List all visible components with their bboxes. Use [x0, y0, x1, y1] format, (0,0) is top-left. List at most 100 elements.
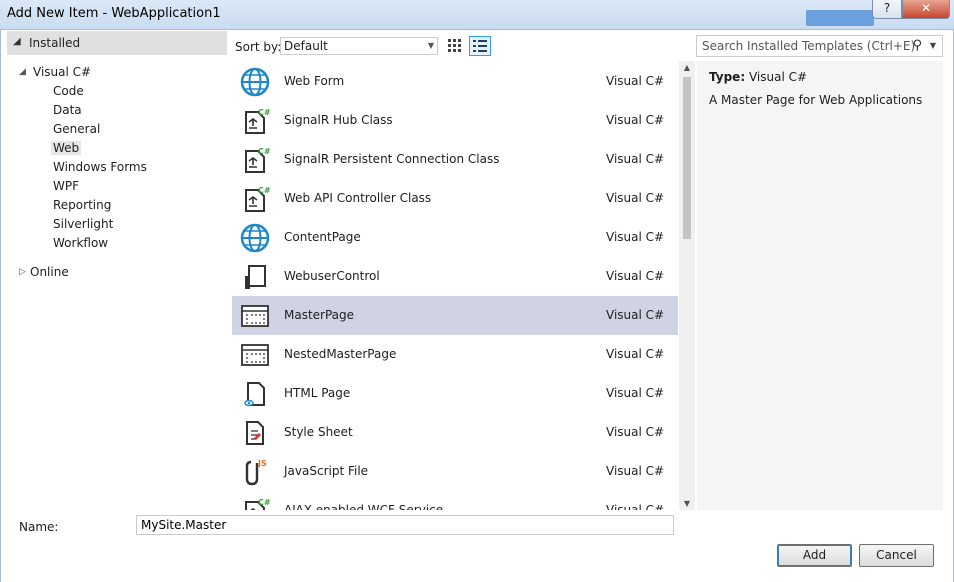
template-row[interactable]: JS JavaScript File Visual C#	[232, 452, 678, 491]
collapsed-arrow-icon[interactable]: ▷	[19, 263, 26, 282]
svg-text:C#: C#	[258, 108, 270, 117]
close-button[interactable]: ✕	[902, 0, 950, 19]
template-language: Visual C#	[606, 113, 665, 127]
tree-item-workflow[interactable]: Workflow	[53, 234, 108, 253]
tree-item-windows-forms[interactable]: Windows Forms	[53, 158, 147, 177]
list-view-icon	[473, 40, 487, 52]
template-language: Visual C#	[606, 74, 665, 88]
template-row[interactable]: Web Form Visual C#	[232, 62, 678, 101]
tree-installed-header[interactable]: ◢ Installed	[7, 31, 227, 55]
template-language: Visual C#	[606, 425, 665, 439]
expanded-arrow-icon: ◢	[13, 36, 21, 47]
html-page-icon	[240, 379, 270, 409]
tree-item-label: Windows Forms	[53, 160, 147, 174]
grid-view-icon	[448, 39, 461, 52]
csharp-class-icon: C#	[240, 145, 271, 175]
master-page-icon	[240, 340, 270, 370]
template-row[interactable]: MasterPage Visual C#	[232, 296, 678, 335]
template-name: Style Sheet	[284, 425, 353, 439]
template-row[interactable]: HTML Page Visual C#	[232, 374, 678, 413]
template-row[interactable]: Style Sheet Visual C#	[232, 413, 678, 452]
globe-icon	[240, 223, 270, 253]
csharp-class-icon: C#	[240, 496, 271, 510]
template-type: Type: Visual C#	[709, 70, 807, 84]
scrollbar-thumb[interactable]	[683, 77, 691, 239]
tree-item-label: Code	[53, 84, 84, 98]
template-language: Visual C#	[606, 191, 665, 205]
tree-item-general[interactable]: General	[53, 120, 100, 139]
template-language: Visual C#	[606, 464, 665, 478]
svg-text:C#: C#	[258, 498, 270, 507]
template-name: SignalR Persistent Connection Class	[284, 152, 500, 166]
add-button[interactable]: Add	[777, 544, 852, 567]
sort-by-select[interactable]: Default ▼	[280, 37, 438, 55]
csharp-class-icon: C#	[240, 184, 271, 214]
chevron-down-icon: ▼	[427, 41, 434, 50]
tree-item-wpf[interactable]: WPF	[53, 177, 79, 196]
template-language: Visual C#	[606, 152, 665, 166]
tree-item-label: WPF	[53, 179, 80, 193]
help-button[interactable]: ?	[872, 0, 902, 19]
template-name: ContentPage	[284, 230, 361, 244]
search-input[interactable]: Search Installed Templates (Ctrl+E) ⚲ ▼	[696, 35, 943, 57]
search-placeholder: Search Installed Templates (Ctrl+E)	[702, 39, 916, 53]
tree-item-code[interactable]: Code	[53, 82, 84, 101]
svg-text:C#: C#	[258, 147, 270, 156]
tree-item-silverlight[interactable]: Silverlight	[53, 215, 113, 234]
sort-by-value: Default	[284, 39, 328, 53]
template-language: Visual C#	[606, 269, 665, 283]
template-name: NestedMasterPage	[284, 347, 397, 361]
template-row[interactable]: ContentPage Visual C#	[232, 218, 678, 257]
tree-item-visual-csharp[interactable]: Visual C#	[33, 63, 91, 82]
tree-item-label: Web	[51, 141, 82, 155]
template-row[interactable]: WebuserControl Visual C#	[232, 257, 678, 296]
template-row[interactable]: C# SignalR Persistent Connection Class Vis…	[232, 140, 678, 179]
template-row[interactable]: C# SignalR Hub Class Visual C#	[232, 101, 678, 140]
tree-item-label: Silverlight	[53, 217, 114, 231]
template-language: Visual C#	[606, 386, 665, 400]
name-input[interactable]	[136, 515, 674, 535]
scroll-up-icon[interactable]: ▲	[679, 63, 695, 72]
window-title: Add New Item - WebApplication1	[7, 6, 221, 21]
tree-item-online[interactable]: Online	[30, 263, 69, 282]
expanded-arrow-icon[interactable]: ◢	[19, 63, 26, 82]
template-name: JavaScript File	[284, 464, 369, 478]
list-view-button[interactable]	[469, 36, 491, 56]
tree-item-data[interactable]: Data	[53, 101, 82, 120]
template-details-panel: Type: Visual C# A Master Page for Web Ap…	[697, 61, 943, 510]
svg-text:JS: JS	[257, 459, 267, 468]
template-language: Visual C#	[606, 308, 665, 322]
template-language: Visual C#	[606, 503, 665, 510]
small-icons-view-button[interactable]	[444, 36, 466, 56]
csharp-class-icon: C#	[240, 106, 271, 136]
scroll-down-icon[interactable]: ▼	[679, 499, 695, 508]
tree-item-label: Workflow	[53, 236, 109, 250]
template-row[interactable]: NestedMasterPage Visual C#	[232, 335, 678, 374]
name-label: Name:	[19, 520, 59, 534]
title-bar: Add New Item - WebApplication1 ? ✕	[0, 0, 954, 30]
template-description: A Master Page for Web Applications	[709, 93, 923, 107]
template-name: SignalR Hub Class	[284, 113, 393, 127]
list-scrollbar[interactable]: ▲ ▼	[679, 61, 695, 510]
globe-icon	[240, 67, 270, 97]
template-language: Visual C#	[606, 347, 665, 361]
template-row[interactable]: C# Web API Controller Class Visual C#	[232, 179, 678, 218]
svg-text:C#: C#	[258, 186, 270, 195]
template-name: Web Form	[284, 74, 345, 88]
chevron-down-icon[interactable]: ▼	[930, 36, 936, 56]
template-row[interactable]: C# AJAX-enabled WCF Service Visual C#	[232, 491, 678, 510]
cancel-button[interactable]: Cancel	[859, 544, 934, 567]
type-label: Type:	[709, 70, 746, 84]
tree-item-web[interactable]: Web	[51, 139, 82, 158]
template-name: Web API Controller Class	[284, 191, 432, 205]
search-icon[interactable]: ⚲	[912, 36, 922, 56]
stylesheet-icon	[240, 418, 270, 448]
template-language: Visual C#	[606, 230, 665, 244]
template-name: MasterPage	[284, 308, 355, 322]
sort-by-label: Sort by:	[235, 40, 282, 54]
tree-item-reporting[interactable]: Reporting	[53, 196, 111, 215]
type-value: Visual C#	[748, 70, 808, 84]
template-name: AJAX-enabled WCF Service	[284, 503, 444, 510]
template-name: WebuserControl	[284, 269, 380, 283]
taskbar-glass	[806, 10, 874, 26]
